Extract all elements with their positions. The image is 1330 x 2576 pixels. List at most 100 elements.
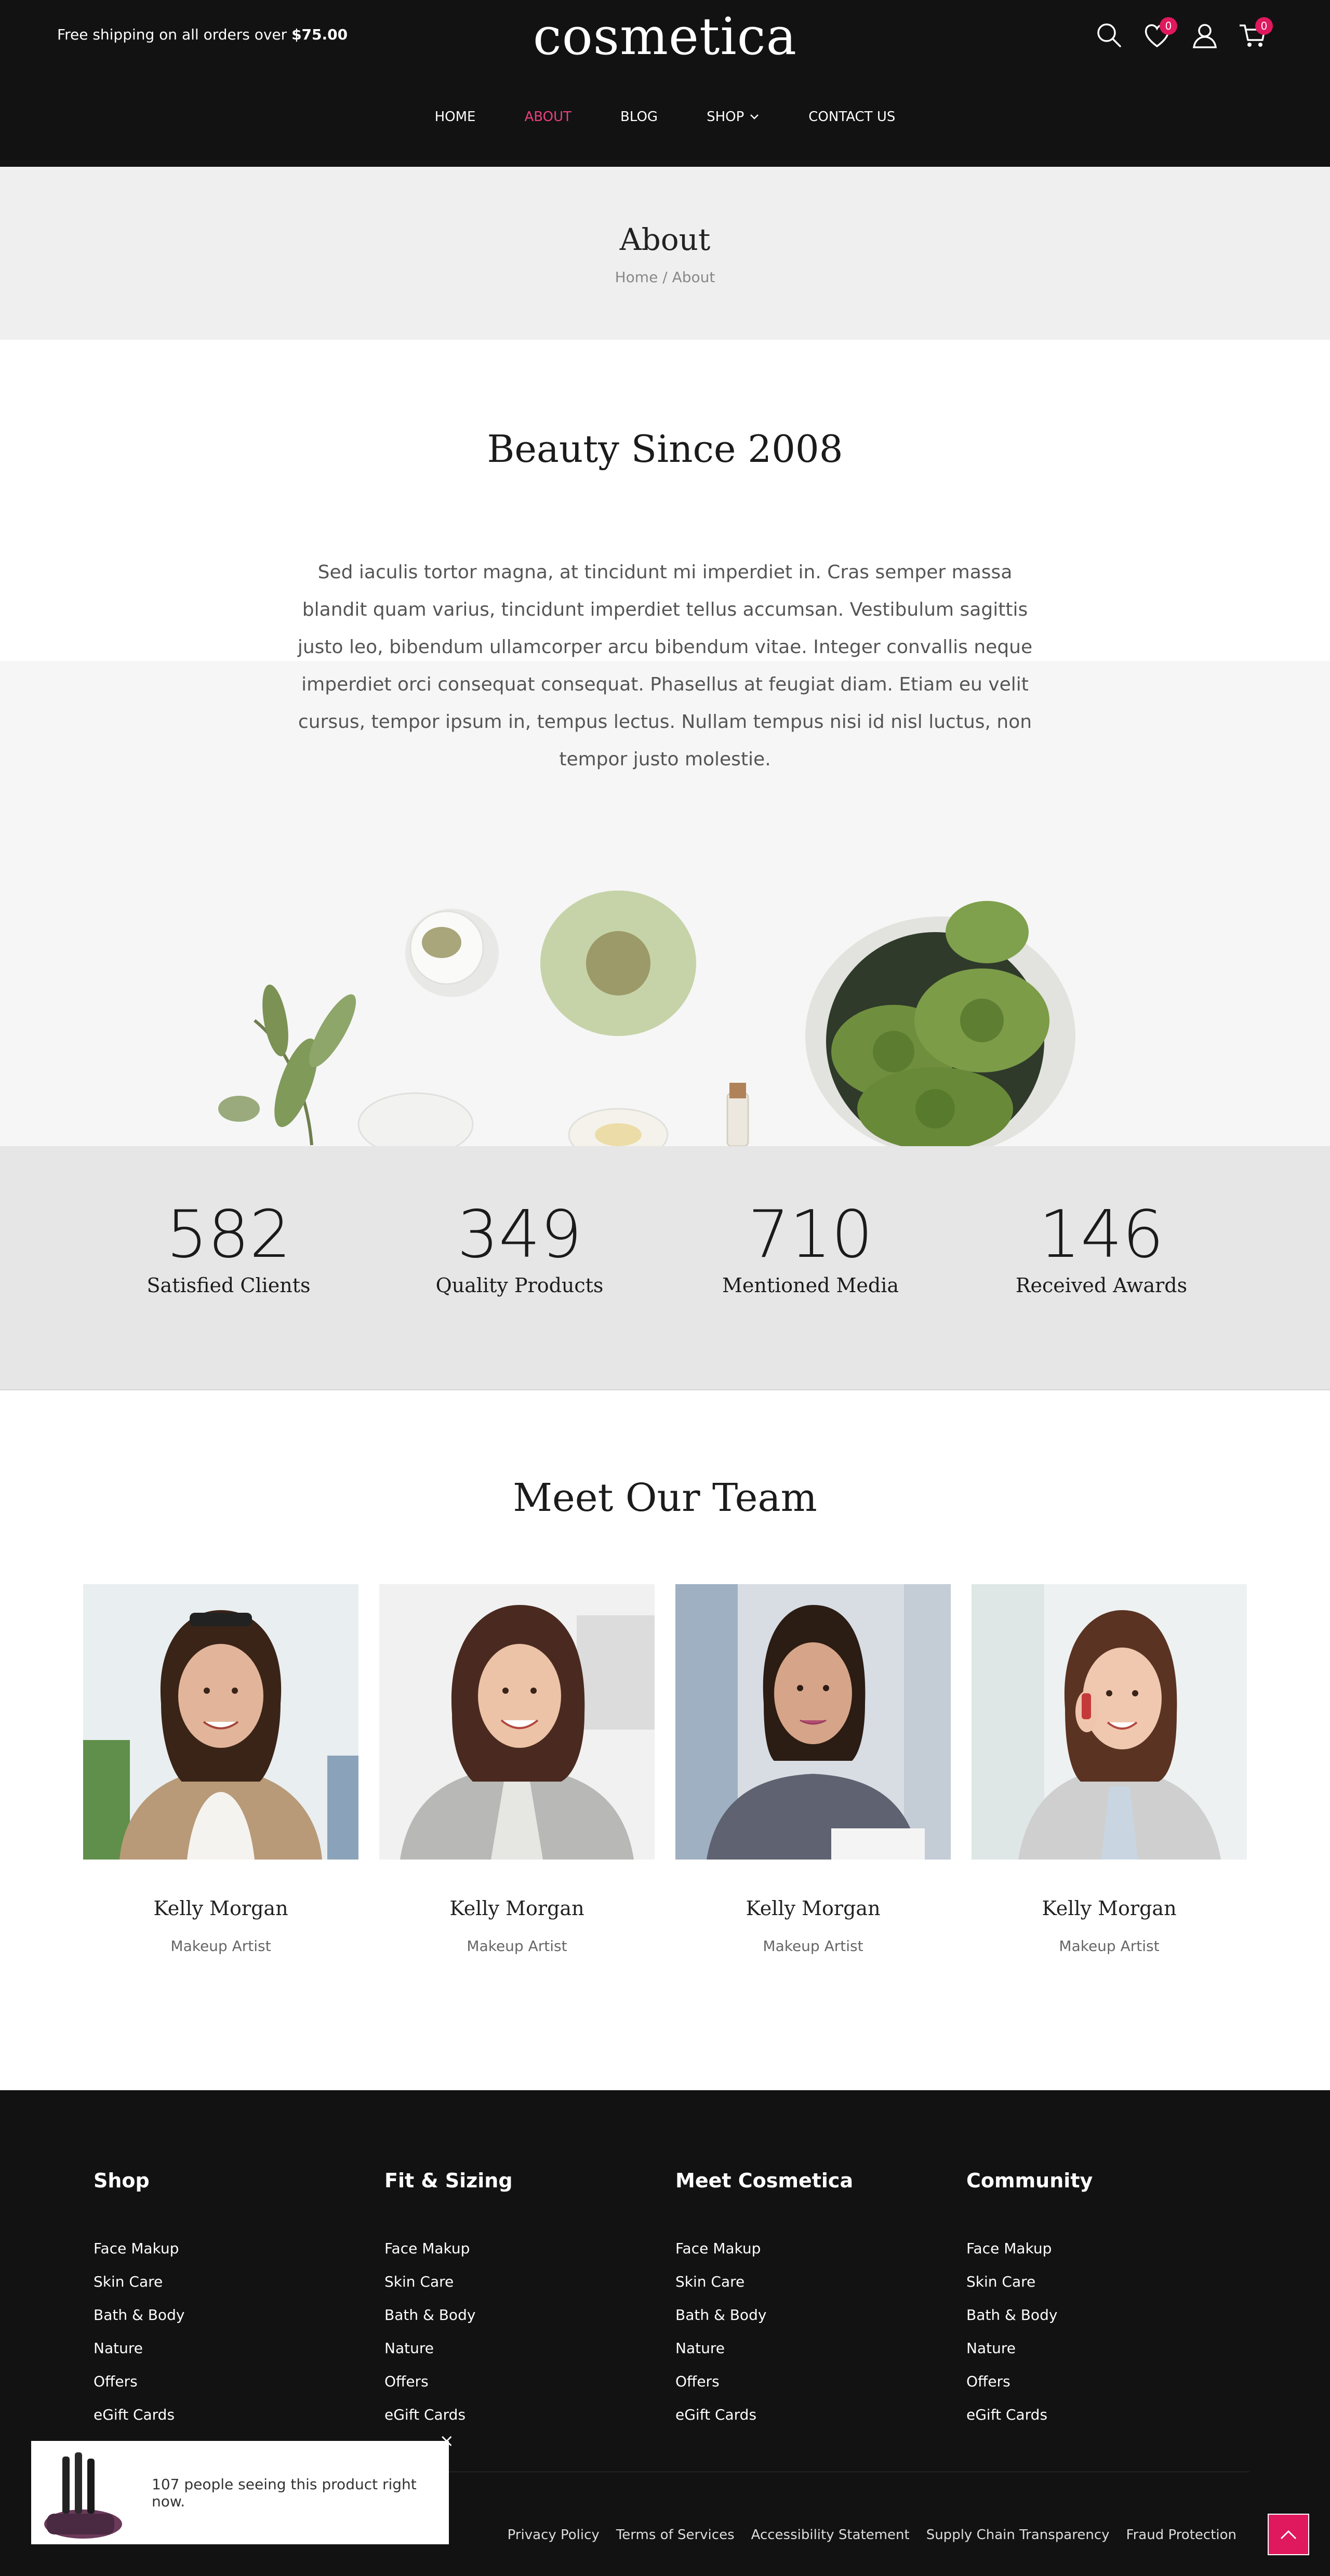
page-title: About — [619, 222, 711, 257]
footer-link[interactable]: Bath & Body — [675, 2307, 935, 2322]
nav-item-shop-label: SHOP — [707, 109, 744, 125]
member-photo — [972, 1584, 1247, 1860]
member-photo — [83, 1584, 358, 1860]
stat-item: 146 Received Awards — [956, 1198, 1247, 1297]
search-icon[interactable] — [1094, 20, 1124, 50]
stat-label: Quality Products — [435, 1274, 604, 1297]
social-proof-popup: 107 people seeing this product right now… — [31, 2431, 454, 2544]
nav-item-about[interactable]: ABOUT — [525, 109, 572, 125]
stats-section: 582 Satisfied Clients 349 Quality Produc… — [0, 1146, 1330, 1390]
footer-link[interactable]: Offers — [675, 2374, 935, 2389]
member-name: Kelly Morgan — [1042, 1897, 1177, 1920]
stat-number: 582 — [166, 1196, 291, 1272]
team-member-card[interactable]: Kelly Morgan Makeup Artist — [379, 1584, 655, 1955]
intro-heading: Beauty Since 2008 — [487, 427, 843, 471]
member-role: Makeup Artist — [763, 1937, 863, 1955]
member-role: Makeup Artist — [467, 1937, 567, 1955]
team-heading: Meet Our Team — [513, 1476, 817, 1520]
footer-bottom-links: Privacy Policy Terms of Services Accessi… — [508, 2527, 1236, 2543]
footer-link[interactable]: Nature — [384, 2341, 644, 2356]
footer-link[interactable]: Nature — [675, 2341, 935, 2356]
site-header: Free shipping on all orders over $75.00 … — [0, 0, 1330, 167]
stat-label: Mentioned Media — [722, 1274, 899, 1297]
close-icon[interactable]: × — [440, 2431, 455, 2451]
footer-column-title: Fit & Sizing — [384, 2169, 513, 2192]
footer-column-fit-sizing: Fit & Sizing Face Makup Skin Care Bath &… — [384, 2169, 644, 2440]
member-role: Makeup Artist — [170, 1937, 271, 1955]
stat-item: 582 Satisfied Clients — [83, 1198, 374, 1297]
footer-link[interactable]: eGift Cards — [384, 2407, 644, 2422]
header-actions: 0 0 — [1094, 17, 1273, 51]
cart-icon[interactable]: 0 — [1238, 17, 1273, 50]
footer-link[interactable]: Skin Care — [675, 2274, 935, 2289]
team-member-card[interactable]: Kelly Morgan Makeup Artist — [972, 1584, 1247, 1955]
team-member-card[interactable]: Kelly Morgan Makeup Artist — [83, 1584, 358, 1955]
footer-column-title: Community — [966, 2169, 1093, 2192]
member-role: Makeup Artist — [1059, 1937, 1160, 1955]
chevron-up-icon — [1280, 2530, 1297, 2540]
stat-label: Received Awards — [1015, 1274, 1188, 1297]
botanical-image — [218, 891, 1075, 1146]
chevron-down-icon — [750, 114, 759, 119]
nav-item-contact[interactable]: CONTACT US — [808, 109, 895, 125]
footer-column-title: Meet Cosmetica — [675, 2169, 854, 2192]
member-name: Kelly Morgan — [449, 1897, 584, 1920]
member-photo — [379, 1584, 655, 1860]
stat-label: Satisfied Clients — [147, 1274, 311, 1297]
nav-item-home[interactable]: HOME — [435, 109, 476, 125]
product-thumbnail — [31, 2441, 130, 2544]
stat-item: 349 Quality Products — [374, 1198, 665, 1297]
footer-column-title: Shop — [94, 2169, 150, 2192]
page-title-band: About Home / About — [0, 167, 1330, 340]
stat-number: 349 — [457, 1196, 582, 1272]
team-member-card[interactable]: Kelly Morgan Makeup Artist — [675, 1584, 951, 1955]
footer-link[interactable]: Bath & Body — [94, 2307, 353, 2322]
breadcrumb-current: About — [672, 269, 715, 286]
accessibility-statement-link[interactable]: Accessibility Statement — [751, 2527, 910, 2543]
footer-column-community: Community Face Makup Skin Care Bath & Bo… — [966, 2169, 1226, 2440]
wishlist-count-badge: 0 — [1160, 17, 1177, 35]
supply-chain-link[interactable]: Supply Chain Transparency — [926, 2527, 1110, 2543]
footer-link[interactable]: Face Makup — [675, 2241, 935, 2256]
footer-link[interactable]: Bath & Body — [384, 2307, 644, 2322]
terms-of-services-link[interactable]: Terms of Services — [616, 2527, 735, 2543]
intro-section: Beauty Since 2008 Sed iaculis tortor mag… — [0, 340, 1330, 1146]
footer-link[interactable]: Skin Care — [384, 2274, 644, 2289]
footer-link[interactable]: Offers — [966, 2374, 1226, 2389]
user-icon[interactable] — [1190, 20, 1220, 50]
privacy-policy-link[interactable]: Privacy Policy — [508, 2527, 600, 2543]
member-name: Kelly Morgan — [746, 1897, 881, 1920]
nav-item-blog[interactable]: BLOG — [620, 109, 658, 125]
footer-link[interactable]: Skin Care — [94, 2274, 353, 2289]
stat-number: 146 — [1039, 1196, 1164, 1272]
footer-link[interactable]: Face Makup — [94, 2241, 353, 2256]
heart-icon[interactable]: 0 — [1142, 17, 1177, 50]
footer-link[interactable]: eGift Cards — [94, 2407, 353, 2422]
footer-link[interactable]: Skin Care — [966, 2274, 1226, 2289]
footer-column-shop: Shop Face Makup Skin Care Bath & Body Na… — [94, 2169, 353, 2440]
breadcrumb-separator: / — [662, 269, 668, 286]
breadcrumb: Home / About — [0, 269, 1330, 286]
fraud-protection-link[interactable]: Fraud Protection — [1126, 2527, 1236, 2543]
back-to-top-button[interactable] — [1268, 2514, 1309, 2555]
breadcrumb-home[interactable]: Home — [615, 269, 658, 286]
nav-item-shop[interactable]: SHOP — [707, 109, 760, 125]
footer-link[interactable]: Face Makup — [384, 2241, 644, 2256]
popup-text: 107 people seeing this product right now… — [152, 2475, 417, 2510]
footer-column-meet-cosmetica: Meet Cosmetica Face Makup Skin Care Bath… — [675, 2169, 935, 2440]
footer-link[interactable]: eGift Cards — [966, 2407, 1226, 2422]
footer-link[interactable]: Nature — [966, 2341, 1226, 2356]
intro-body: Sed iaculis tortor magna, at tincidunt m… — [297, 562, 1033, 770]
stat-item: 710 Mentioned Media — [665, 1198, 956, 1297]
footer-link[interactable]: eGift Cards — [675, 2407, 935, 2422]
footer-link[interactable]: Face Makup — [966, 2241, 1226, 2256]
footer-link[interactable]: Offers — [94, 2374, 353, 2389]
cart-count-badge: 0 — [1255, 17, 1273, 35]
footer-link[interactable]: Nature — [94, 2341, 353, 2356]
footer-link[interactable]: Bath & Body — [966, 2307, 1226, 2322]
member-name: Kelly Morgan — [153, 1897, 288, 1920]
stat-number: 710 — [748, 1196, 873, 1272]
member-photo — [675, 1584, 951, 1860]
main-nav: HOME ABOUT BLOG SHOP CONTACT US — [0, 109, 1330, 125]
footer-link[interactable]: Offers — [384, 2374, 644, 2389]
